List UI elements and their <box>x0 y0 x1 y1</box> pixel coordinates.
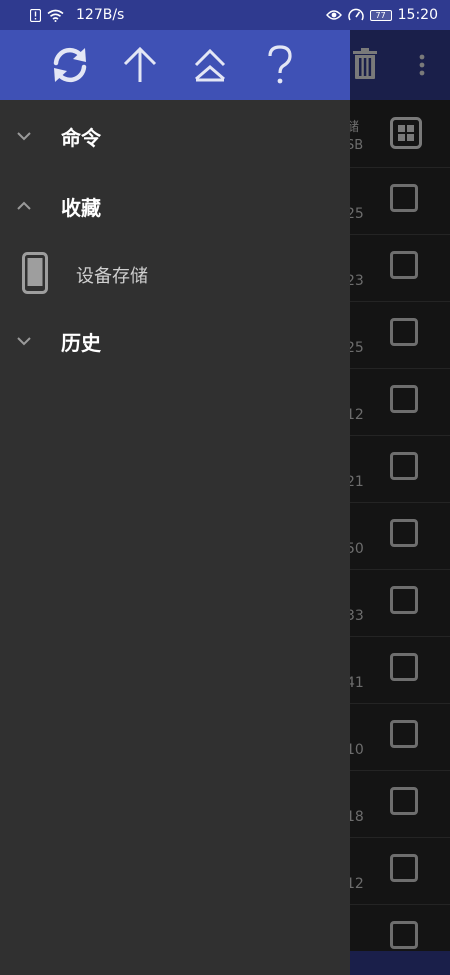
chevron-up-icon <box>17 201 31 210</box>
double-chevron-up-icon[interactable] <box>187 42 233 88</box>
favorite-label: 设备存储 <box>76 266 148 287</box>
speedometer-icon <box>347 8 364 21</box>
section-title: 历史 <box>61 331 101 355</box>
section-commands[interactable]: 命令 <box>0 106 350 166</box>
section-title: 命令 <box>61 126 101 150</box>
item-checkbox[interactable] <box>390 251 418 279</box>
battery-indicator: 77 <box>369 9 392 21</box>
item-checkbox[interactable] <box>390 720 418 748</box>
item-checkbox[interactable] <box>390 586 418 614</box>
drawer-toolbar <box>0 30 350 100</box>
navigation-drawer: 命令 收藏 设备存储 历史 <box>0 30 350 975</box>
item-checkbox[interactable] <box>390 921 418 949</box>
wifi-icon <box>47 9 64 22</box>
item-checkbox[interactable] <box>390 653 418 681</box>
eye-icon <box>325 10 342 20</box>
section-title: 收藏 <box>61 196 101 220</box>
arrow-up-icon[interactable] <box>117 42 163 88</box>
item-checkbox[interactable] <box>390 787 418 815</box>
chevron-down-icon <box>17 337 31 346</box>
smartphone-icon <box>22 252 48 294</box>
overflow-menu-icon[interactable] <box>419 54 425 76</box>
item-checkbox[interactable] <box>390 385 418 413</box>
refresh-icon[interactable] <box>47 42 93 88</box>
section-history[interactable]: 历史 <box>0 311 350 371</box>
item-checkbox[interactable] <box>390 184 418 212</box>
favorite-device-storage[interactable]: 设备存储 <box>0 242 350 304</box>
item-checkbox[interactable] <box>390 318 418 346</box>
item-checkbox[interactable] <box>390 519 418 547</box>
notification-alert-icon <box>30 8 41 22</box>
question-mark-icon[interactable] <box>257 42 303 88</box>
grid-view-icon[interactable] <box>390 117 422 149</box>
section-favorites[interactable]: 收藏 <box>0 176 350 236</box>
trash-icon[interactable] <box>352 48 378 80</box>
network-speed: 127B/s <box>76 7 125 23</box>
status-bar: 127B/s 77 15:20 <box>0 0 450 30</box>
clock: 15:20 <box>397 7 438 23</box>
item-checkbox[interactable] <box>390 452 418 480</box>
item-checkbox[interactable] <box>390 854 418 882</box>
chevron-down-icon <box>17 132 31 141</box>
